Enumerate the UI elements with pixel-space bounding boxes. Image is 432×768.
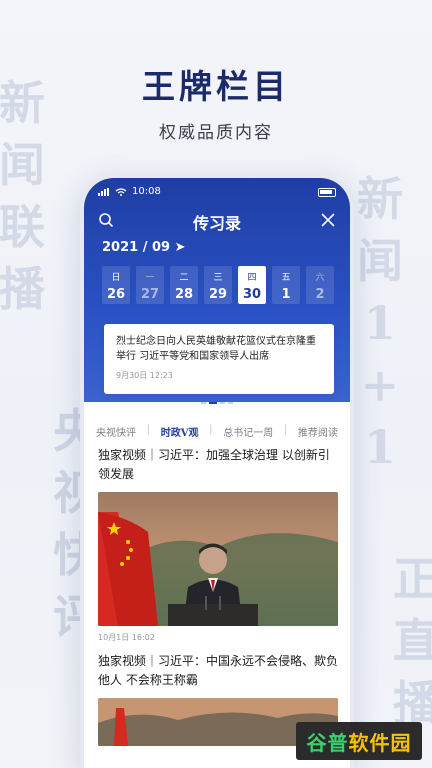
app-header-panel: 10:08 传习录 2021 / 09 ➤ 日 26 一 27 二 28 三 29 四 3…: [84, 178, 350, 402]
bg-word-column-right-top: 新 闻 1 + 1: [354, 168, 406, 478]
status-bar: 10:08: [98, 186, 161, 197]
site-watermark-logo: 谷普 软件园: [296, 722, 422, 760]
carousel-indicator: [84, 402, 350, 404]
tab-separator: |: [209, 424, 213, 435]
status-time: 10:08: [132, 186, 161, 197]
date-item[interactable]: 六2: [306, 266, 334, 304]
date-number: 27: [140, 287, 160, 302]
news-title: 独家视频｜习近平：中国永远不会侵略、欺负他人 不会称王称霸: [98, 654, 339, 687]
bg-char: 播: [0, 262, 45, 316]
bg-char: 直: [393, 614, 432, 668]
signal-icon: [98, 187, 109, 196]
hero-subtitle: 权威品质内容: [159, 123, 273, 143]
weekday-label: 六: [315, 273, 325, 283]
news-title: 独家视频｜习近平：加强全球治理 以创新引领发展: [98, 448, 330, 481]
carousel-dot: [220, 402, 225, 404]
bg-char: 1: [363, 296, 396, 350]
featured-card[interactable]: 烈士纪念日向人民英雄敬献花篮仪式在京隆重举行 习近平等党和国家领导人出席 9月3…: [104, 324, 334, 394]
featured-title: 烈士纪念日向人民英雄敬献花篮仪式在京隆重举行 习近平等党和国家领导人出席: [116, 336, 316, 362]
weekday-label: 五: [281, 273, 291, 283]
app-title: 传习录: [192, 214, 241, 233]
bg-word-column-right-bottom: 正 直 播: [390, 548, 432, 734]
date-number: 1: [281, 287, 291, 302]
tab-separator: |: [283, 424, 288, 435]
date-item-selected[interactable]: 四 30: [238, 266, 266, 304]
date-item[interactable]: 一 27: [136, 266, 164, 304]
weekday-label: 四: [247, 273, 257, 283]
date-item[interactable]: 三 29: [204, 266, 232, 304]
app-nav-bar: 传习录: [84, 208, 350, 234]
phone-mockup: 10:08 传习录 2021 / 09 ➤ 日 26 一 27 二 28 三 29 四 3…: [80, 174, 354, 768]
weekday-label: 日: [111, 273, 121, 283]
close-icon[interactable]: [320, 212, 336, 228]
date-number: 29: [208, 287, 228, 302]
tab-separator: |: [146, 424, 151, 435]
date-item[interactable]: 日 26: [102, 266, 130, 304]
date-number: 26: [106, 287, 126, 302]
news-photo: [98, 492, 338, 626]
bg-word-column-left-top: 新 闻 联 播: [0, 72, 48, 320]
date-number: 2: [315, 287, 325, 302]
bg-char: 正: [393, 552, 432, 606]
battery-icon: [318, 188, 336, 197]
carousel-dot: [228, 402, 233, 404]
category-tabs: 央视快评 | 时政V观 | 总书记一周 | 推荐阅读: [96, 424, 338, 439]
wifi-icon: [115, 187, 127, 196]
news-thumbnail: [98, 492, 338, 626]
featured-time: 9月30日 12:23: [116, 371, 173, 380]
bg-char: 1: [363, 420, 396, 474]
date-strip: 日 26 一 27 二 28 三 29 四 30 五1 六2: [102, 266, 334, 304]
tab-zongshuji[interactable]: 总书记一周: [223, 424, 273, 439]
carousel-dot: [201, 402, 206, 404]
month-selector[interactable]: 2021 / 09 ➤: [102, 240, 186, 255]
tab-tuijian[interactable]: 推荐阅读: [298, 424, 338, 439]
tab-kuaiping[interactable]: 央视快评: [96, 424, 136, 439]
date-item[interactable]: 五1: [272, 266, 300, 304]
bg-char: +: [360, 358, 400, 412]
hero-title: 王牌栏目: [142, 67, 290, 106]
date-number: 28: [174, 287, 194, 302]
weekday-label: 三: [213, 273, 223, 283]
news-time: 10月1日 16:02: [98, 633, 155, 642]
watermark-text-2: 软件园: [348, 730, 412, 755]
watermark-text-1: 谷普: [306, 730, 349, 755]
date-number: 30: [242, 287, 262, 302]
news-item[interactable]: 独家视频｜习近平：加强全球治理 以创新引领发展 10月1日 16:02: [98, 446, 338, 643]
tab-shizheng[interactable]: 时政V观: [161, 424, 199, 439]
weekday-label: 一: [145, 273, 155, 283]
date-item[interactable]: 二 28: [170, 266, 198, 304]
bg-char: 闻: [0, 138, 45, 192]
carousel-dot-active: [209, 402, 217, 404]
bg-char: 新: [357, 172, 403, 226]
bg-char: 闻: [357, 234, 403, 288]
weekday-label: 二: [179, 273, 189, 283]
bg-char: 联: [0, 200, 45, 254]
